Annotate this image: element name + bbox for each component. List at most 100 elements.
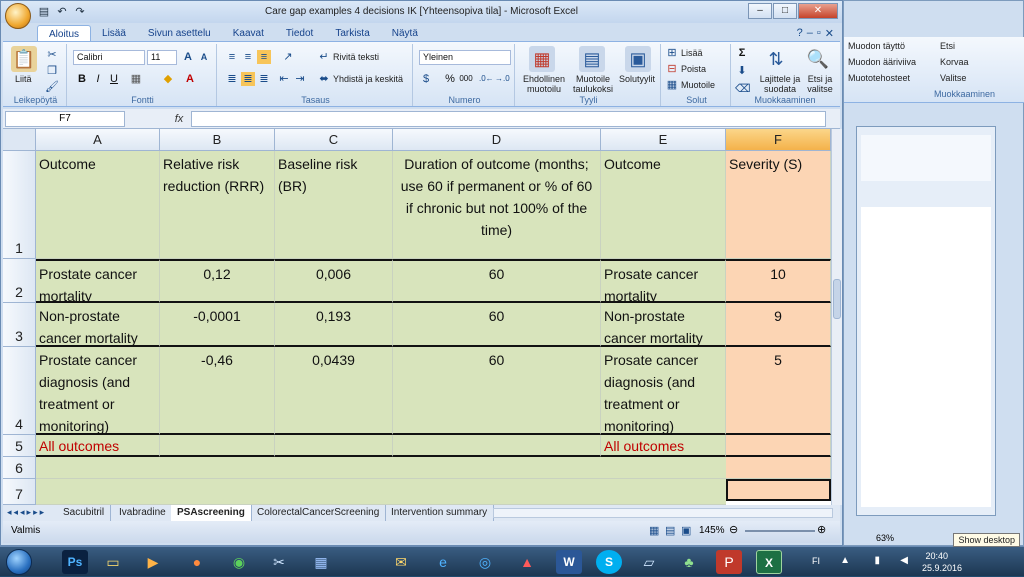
cell-f1[interactable]: Severity (S) [726, 151, 831, 259]
volume-icon[interactable]: ◀ [900, 555, 908, 566]
autosum-icon[interactable]: Σ [735, 46, 749, 60]
sheet-tab-intervention-summary[interactable]: Intervention summary [385, 505, 495, 521]
cell-a2[interactable]: Prostate cancer mortality [36, 259, 160, 303]
cell-b5[interactable] [160, 435, 275, 457]
row-header-4[interactable]: 4 [3, 347, 36, 435]
shrink-font-icon[interactable]: A [197, 50, 211, 64]
grow-font-icon[interactable]: A [181, 50, 195, 64]
nested-window[interactable] [856, 126, 996, 516]
cell-f6[interactable] [726, 457, 831, 479]
name-box[interactable]: F7 [5, 111, 125, 127]
cell-c4[interactable]: 0,0439 [275, 347, 393, 435]
outlook-icon[interactable]: ✉ [388, 550, 414, 574]
align-right-icon[interactable]: ≣ [257, 72, 271, 86]
cell-d4[interactable]: 60 [393, 347, 601, 435]
column-header-b[interactable]: B [160, 129, 275, 151]
skype-icon[interactable]: S [596, 550, 622, 574]
insert-cells-button[interactable]: Lisää [681, 48, 703, 58]
zoom-slider[interactable] [745, 530, 815, 532]
internet-explorer-icon[interactable]: e [430, 550, 456, 574]
increase-decimal-icon[interactable]: .0← [479, 72, 494, 86]
cell-a3[interactable]: Non-prostate cancer mortality [36, 303, 160, 347]
cell-b3[interactable]: -0,0001 [160, 303, 275, 347]
sheet-tab-colorectalcancerscreening[interactable]: ColorectalCancerScreening [251, 505, 387, 521]
firefox-icon[interactable]: ● [184, 550, 210, 574]
cell-d5[interactable] [393, 435, 601, 457]
font-size-select[interactable]: 11 [147, 50, 177, 65]
vertical-scrollbar[interactable] [831, 129, 842, 505]
find-select-icon[interactable]: 🔍 [805, 46, 831, 72]
vertical-scroll-thumb[interactable] [833, 279, 841, 319]
zoom-out-icon[interactable]: ⊖ [729, 523, 738, 536]
format-cells-button[interactable]: Muotoile [681, 80, 715, 90]
currency-icon[interactable]: $ [419, 72, 433, 86]
view-layout-icon[interactable]: ▤ [665, 524, 675, 537]
italic-icon[interactable]: I [91, 72, 105, 86]
sheet-tab-sacubitril[interactable]: Sacubitril [57, 505, 112, 521]
find-select-button[interactable]: Etsi ja valitse [803, 74, 837, 94]
shape-outline-button[interactable]: Muodon ääriviiva [848, 57, 916, 67]
spreadsheet-grid[interactable]: A B C D E F 1 Outcome Relative risk redu… [3, 129, 831, 505]
borders-icon[interactable]: ▦ [129, 72, 143, 86]
sheet-tab-ivabradine[interactable]: Ivabradine [113, 505, 173, 521]
font-name-select[interactable]: Calibri [73, 50, 145, 65]
cell-e3[interactable]: Non-prostate cancer mortality [601, 303, 726, 347]
cell-b4[interactable]: -0,46 [160, 347, 275, 435]
language-indicator[interactable]: FI [812, 556, 820, 566]
align-bottom-icon[interactable]: ≡ [257, 50, 271, 64]
ribbon-restore-icon[interactable]: ▫ [817, 27, 821, 40]
ribbon-close-icon[interactable]: ✕ [825, 27, 834, 40]
bg-replace-button[interactable]: Korvaa [940, 57, 969, 67]
close-icon[interactable]: ✕ [798, 3, 838, 19]
row-header-2[interactable]: 2 [3, 259, 36, 303]
row-header-5[interactable]: 5 [3, 435, 36, 457]
sort-filter-button[interactable]: Lajittele ja suodata [759, 74, 801, 94]
cell-e4[interactable]: Prosate cancer diagnosis (and treatment … [601, 347, 726, 435]
cell-d1[interactable]: Duration of outcome (months; use 60 if p… [393, 151, 601, 259]
column-header-c[interactable]: C [275, 129, 393, 151]
row-header-6[interactable]: 6 [3, 457, 36, 479]
row-header-1[interactable]: 1 [3, 151, 36, 259]
cell-e5[interactable]: All outcomes [601, 435, 726, 457]
cell-c5[interactable] [275, 435, 393, 457]
cell-a7-e7[interactable] [36, 479, 726, 505]
paste-button[interactable]: Liitä [15, 74, 32, 84]
column-header-a[interactable]: A [36, 129, 160, 151]
merge-center-button[interactable]: Yhdistä ja keskitä [333, 74, 403, 84]
cell-styles-button[interactable]: Solutyylit [619, 74, 655, 84]
clock-time[interactable]: 20:40 [925, 551, 948, 561]
percent-icon[interactable]: % [443, 72, 457, 86]
align-left-icon[interactable]: ≣ [225, 72, 239, 86]
photoshop-icon[interactable]: Ps [62, 550, 88, 574]
row-header-3[interactable]: 3 [3, 303, 36, 347]
shape-effects-button[interactable]: Muototehosteet [848, 73, 910, 83]
cell-e1[interactable]: Outcome [601, 151, 726, 259]
align-middle-icon[interactable]: ≡ [241, 50, 255, 64]
start-button[interactable] [6, 549, 32, 575]
conditional-format-button[interactable]: Ehdollinen muotoilu [521, 74, 567, 94]
wrap-text-button[interactable]: Rivitä teksti [333, 52, 379, 62]
cut-icon[interactable]: ✂ [45, 48, 59, 62]
clear-icon[interactable]: ⌫ [735, 82, 751, 96]
cell-d3[interactable]: 60 [393, 303, 601, 347]
decrease-indent-icon[interactable]: ⇤ [277, 72, 291, 86]
conditional-format-icon[interactable]: ▦ [529, 46, 555, 72]
cell-f4[interactable]: 5 [726, 347, 831, 435]
cell-f5[interactable] [726, 435, 831, 457]
zoom-in-icon[interactable]: ⊕ [817, 523, 826, 536]
horizontal-scrollbar[interactable] [493, 508, 833, 518]
cell-f3[interactable]: 9 [726, 303, 831, 347]
underline-icon[interactable]: U [107, 72, 121, 86]
cell-c3[interactable]: 0,193 [275, 303, 393, 347]
formula-input[interactable] [191, 111, 826, 127]
font-color-icon[interactable]: A [183, 72, 197, 86]
row-header-7[interactable]: 7 [3, 479, 36, 505]
cell-b1[interactable]: Relative risk reduction (RRR) [160, 151, 275, 259]
cell-c1[interactable]: Baseline risk (BR) [275, 151, 393, 259]
sheet-tab-psascreening[interactable]: PSAscreening [171, 505, 252, 521]
bg-find-button[interactable]: Etsi [940, 41, 955, 51]
excel-window[interactable]: ▤ ↶ ↷ Care gap examples 4 decisions IK [… [0, 0, 843, 546]
select-all-corner[interactable] [3, 129, 36, 151]
copy-icon[interactable]: ❐ [45, 64, 59, 78]
control-panel-icon[interactable]: ▦ [308, 550, 334, 574]
